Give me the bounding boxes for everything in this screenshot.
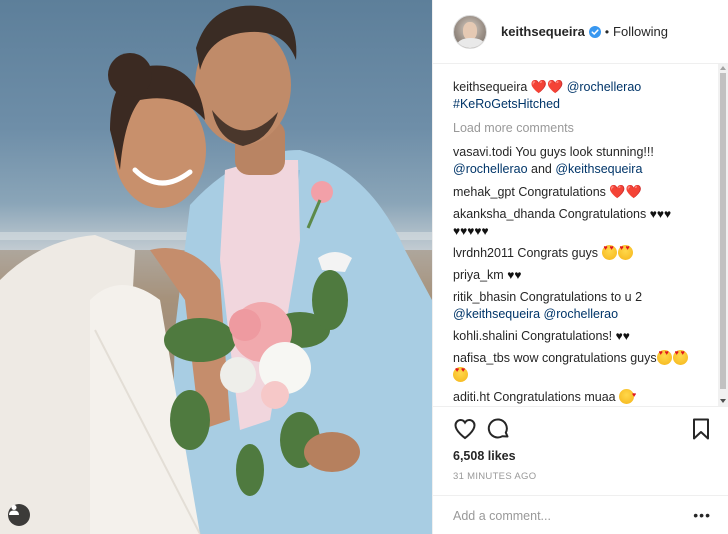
caption-username[interactable]: keithsequeira xyxy=(453,80,527,94)
comment-username[interactable]: vasavi.todi xyxy=(453,145,512,159)
caption-hashtag[interactable]: #KeRoGetsHitched xyxy=(453,97,560,111)
comment-text: ♥♥ xyxy=(507,268,522,282)
caption-mention[interactable]: @rochellerao xyxy=(567,80,642,94)
comment-joiner: and xyxy=(531,162,552,176)
caption: keithsequeira ❤️❤️ @rochellerao #KeRoGet… xyxy=(453,78,703,113)
post-actions: 6,508 likes 31 MINUTES AGO ••• xyxy=(433,406,728,534)
post-header: keithsequeira • Following xyxy=(433,0,728,64)
comment-item: kohli.shalini Congratulations! ♥♥ xyxy=(453,328,703,345)
comment-username[interactable]: lvrdnh2011 xyxy=(453,246,514,260)
caption-hearts: ❤️❤️ xyxy=(530,79,564,94)
likes-count[interactable]: 6,508 likes xyxy=(453,449,516,463)
heart-eyes-emoji-icon xyxy=(617,245,633,260)
comment-mention[interactable]: @rochellerao xyxy=(453,162,528,176)
post-side-panel: keithsequeira • Following keithsequeira … xyxy=(432,0,728,534)
comment-username[interactable]: kohli.shalini xyxy=(453,329,518,343)
add-comment-bar: ••• xyxy=(433,495,728,534)
post-timestamp[interactable]: 31 MINUTES AGO xyxy=(453,471,536,482)
comment-text: Congratulations xyxy=(558,207,647,221)
verified-badge-icon xyxy=(588,25,601,38)
comment-mention[interactable]: @rochellerao xyxy=(544,307,619,321)
heart-outline-icon[interactable] xyxy=(453,417,477,441)
comment-mention[interactable]: @keithsequeira xyxy=(555,162,642,176)
comment-username[interactable]: aditi.ht xyxy=(453,390,490,404)
heart-eyes-emoji-icon xyxy=(601,245,617,260)
heart-eyes-emoji-icon xyxy=(453,367,468,382)
comment-emoji: ♥♥ xyxy=(615,329,630,343)
comment-mention[interactable]: @keithsequeira xyxy=(453,307,540,321)
more-options-icon[interactable]: ••• xyxy=(693,508,711,522)
add-comment-input[interactable] xyxy=(453,505,683,527)
speech-bubble-icon[interactable] xyxy=(487,417,511,441)
action-bar xyxy=(453,417,713,443)
avatar[interactable] xyxy=(453,14,487,49)
comment-username[interactable]: akanksha_dhanda xyxy=(453,207,555,221)
comments-scrollbar[interactable] xyxy=(718,64,728,406)
kiss-emoji-icon xyxy=(619,387,636,404)
comment-item: mehak_gpt Congratulations ❤️❤️ xyxy=(453,183,703,201)
comment-username[interactable]: ritik_bhasin xyxy=(453,290,516,304)
load-more-comments-button[interactable]: Load more comments xyxy=(453,121,703,135)
comment-text: Congratulations xyxy=(518,185,606,199)
comment-text: You guys look stunning!!! xyxy=(515,145,654,159)
comment-item: aditi.ht Congratulations muaa xyxy=(453,387,703,406)
header-separator: • xyxy=(604,24,610,39)
comment-item: lvrdnh2011 Congrats guys xyxy=(453,245,703,262)
comment-item: ritik_bhasin Congratulations to u 2 @kei… xyxy=(453,289,703,323)
scroll-thumb[interactable] xyxy=(720,73,726,389)
comment-item: priya_km ♥♥ xyxy=(453,267,703,284)
comment-emoji: ❤️❤️ xyxy=(609,184,642,199)
comment-item: akanksha_dhanda Congratulations ♥♥♥ ♥♥♥♥… xyxy=(453,206,703,240)
comment-text: Congratulations to u 2 xyxy=(519,290,643,304)
scroll-down-arrow-icon[interactable] xyxy=(720,399,726,403)
wedding-couple-photo xyxy=(0,5,432,534)
comment-username[interactable]: priya_km xyxy=(453,268,504,282)
person-glyph xyxy=(9,505,19,515)
comment-text: Congratulations muaa xyxy=(493,390,616,404)
bookmark-icon[interactable] xyxy=(689,417,713,441)
comment-item: nafisa_tbs wow congratulations guys xyxy=(453,350,703,384)
person-tag-icon[interactable] xyxy=(8,504,30,526)
comment-item: vasavi.todi You guys look stunning!!! @r… xyxy=(453,144,703,178)
heart-eyes-emoji-icon xyxy=(656,350,672,365)
comment-username[interactable]: nafisa_tbs xyxy=(453,351,510,365)
comment-username[interactable]: mehak_gpt xyxy=(453,185,515,199)
comment-text: wow congratulations guys xyxy=(513,351,657,365)
scroll-up-arrow-icon[interactable] xyxy=(720,66,726,70)
comment-text: Congratulations! xyxy=(521,329,613,343)
post-photo[interactable] xyxy=(0,0,432,534)
heart-eyes-emoji-icon xyxy=(672,350,688,365)
following-button[interactable]: Following xyxy=(613,24,668,39)
comments-list[interactable]: keithsequeira ❤️❤️ @rochellerao #KeRoGet… xyxy=(433,64,713,406)
header-username[interactable]: keithsequeira xyxy=(501,24,585,39)
comment-text: Congrats guys xyxy=(517,246,599,260)
